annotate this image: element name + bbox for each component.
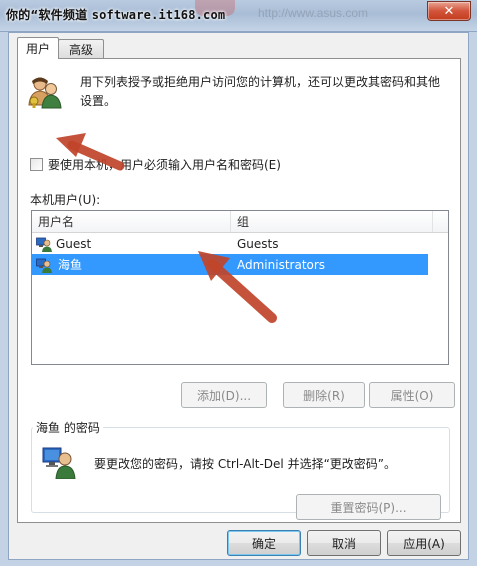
watermark-text: 你的“软件频道 [6,8,88,22]
tab-strip: 用户 高级 [17,37,105,59]
dialog-client: 用户 高级 用下列表授予或拒绝用户访问您的计算机，还可以更改其密码和其他 设置。… [8,32,469,560]
intro-line: 用下列表授予或拒绝用户访问您的计算机，还可以更改其密码和其他 [80,75,441,89]
username-text: 海鱼 [56,255,85,274]
users-icon [28,77,62,109]
username-cell: 海鱼 [32,255,231,274]
user-icon [36,237,52,252]
title-bar: http://www.asus.com 你的“软件频道 software.it1… [0,0,477,32]
button-label: 属性(O) [390,388,434,403]
tab-users[interactable]: 用户 [17,37,60,59]
close-icon: ✕ [443,3,455,19]
cancel-button[interactable]: 取消 [307,530,381,556]
user-icon [36,258,52,273]
users-tab-panel: 用下列表授予或拒绝用户访问您的计算机，还可以更改其密码和其他 设置。 要使用本机… [17,58,461,523]
watermark: 你的“软件频道 software.it168.com [6,6,225,23]
tab-label: 用户 [26,42,51,56]
group-cell: Administrators [237,257,326,272]
add-user-button[interactable]: 添加(D)... [181,382,267,408]
remove-user-button[interactable]: 删除(R) [283,382,365,408]
window-frame-bottom [0,560,477,566]
list-item[interactable]: Guest Guests [32,233,448,254]
column-label: 组 [237,215,250,229]
password-group-title: 海鱼 的密码 [33,419,103,436]
intro-text: 用下列表授予或拒绝用户访问您的计算机，还可以更改其密码和其他 设置。 [80,73,450,111]
close-button[interactable]: ✕ [427,1,471,21]
ok-button[interactable]: 确定 [227,530,301,556]
column-header-group[interactable]: 组 [231,211,433,232]
require-login-checkbox[interactable] [30,158,43,171]
require-login-row[interactable]: 要使用本机，用户必须输入用户名和密码(E) [30,156,281,173]
intro-line: 设置。 [80,94,117,108]
local-users-label: 本机用户(U): [30,193,101,207]
tab-label: 高级 [69,43,94,57]
password-instructions: 要更改您的密码，请按 Ctrl-Alt-Del 并选择“更改密码”。 [94,457,397,471]
window-frame-left [0,32,8,566]
tab-advanced[interactable]: 高级 [58,39,105,59]
properties-button[interactable]: 属性(O) [369,382,455,408]
button-label: 确定 [251,536,276,551]
background-url-text: http://www.asus.com [258,6,369,20]
window-frame-right [469,32,477,566]
column-label: 用户名 [38,215,75,229]
users-list[interactable]: 用户名 组 Guest Guests 海鱼 Administrators [31,210,449,365]
reset-password-button[interactable]: 重置密码(P)... [296,494,441,520]
group-cell: Guests [237,236,279,251]
list-item-selected[interactable]: 海鱼 Administrators [32,254,428,275]
apply-button[interactable]: 应用(A) [387,530,461,556]
watermark-site: software.it168.com [91,8,226,22]
button-label: 取消 [331,536,356,551]
require-login-label: 要使用本机，用户必须输入用户名和密码(E) [48,158,281,172]
column-header-username[interactable]: 用户名 [32,211,231,232]
button-label: 重置密码(P)... [330,500,407,515]
username-text: Guest [56,236,92,251]
button-label: 添加(D)... [196,388,252,403]
username-cell: Guest [32,236,231,252]
user-password-icon [42,447,76,479]
list-header: 用户名 组 [32,211,448,233]
button-label: 删除(R) [303,388,345,403]
button-label: 应用(A) [403,536,445,551]
